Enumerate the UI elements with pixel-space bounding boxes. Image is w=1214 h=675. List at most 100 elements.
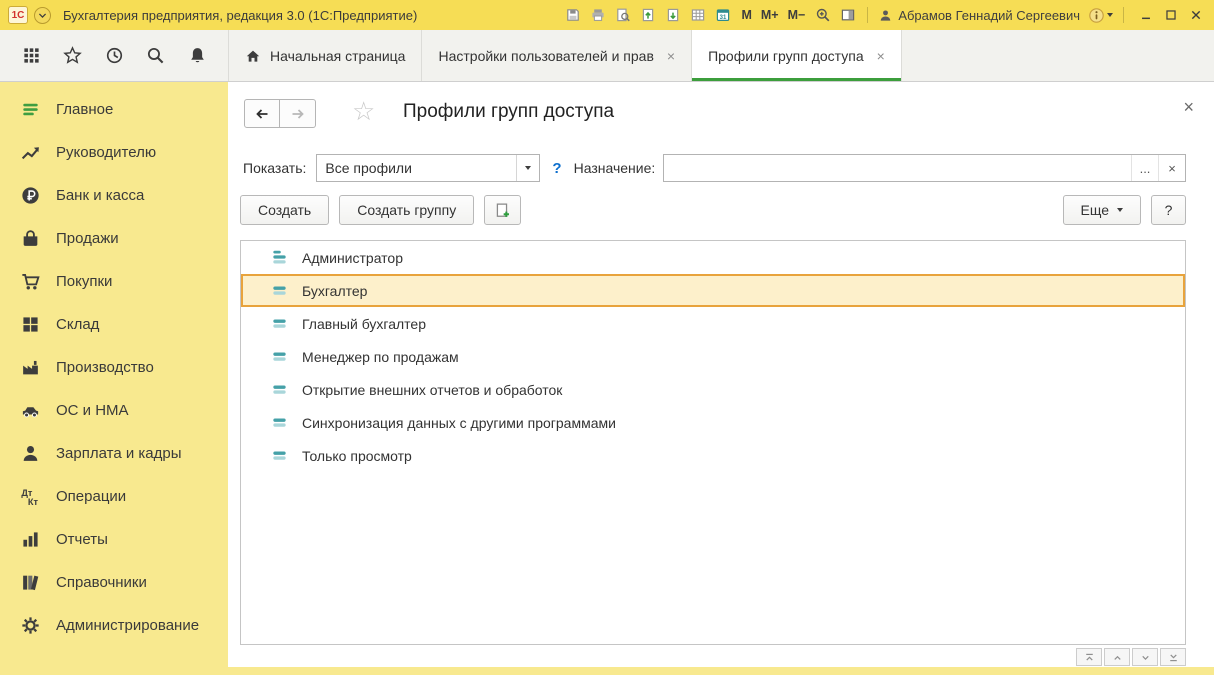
sidebar-item-main[interactable]: Главное [0,88,228,131]
tab-home[interactable]: Начальная страница × [228,30,422,81]
memory-m-button[interactable]: M [740,8,752,22]
search-icon [146,46,165,65]
tab-user-settings[interactable]: Настройки пользователей и прав × [422,30,692,81]
close-button[interactable] [1186,5,1206,25]
sidebar-item-label: Отчеты [56,531,108,548]
memory-m-minus-button[interactable]: M− [787,8,807,22]
main-menu-button[interactable] [34,7,51,24]
back-button[interactable] [244,99,280,128]
sidebar-item-payroll-hr[interactable]: Зарплата и кадры [0,432,228,475]
production-icon [20,357,41,378]
profiles-filter-value: Все профили [317,155,516,181]
profile-icon [271,381,288,398]
profile-row-external-reports[interactable]: Открытие внешних отчетов и обработок [241,373,1185,406]
show-table-button[interactable] [689,6,707,24]
divider [1123,7,1124,23]
divider [867,7,868,23]
split-window-button[interactable] [839,6,857,24]
favorite-star-icon[interactable]: ☆ [352,96,375,127]
favorites-button[interactable] [62,45,84,67]
sidebar-item-purchases[interactable]: Покупки [0,260,228,303]
maximize-button[interactable] [1161,5,1181,25]
calendar-button[interactable] [714,6,732,24]
profiles-filter-select[interactable]: Все профили [316,154,540,182]
minimize-button[interactable] [1136,5,1156,25]
sidebar-item-bank-cash[interactable]: Банк и касса [0,174,228,217]
close-icon [1189,8,1203,22]
sidebar-item-directories[interactable]: Справочники [0,561,228,604]
scroll-bottom-icon [1167,651,1180,664]
tab-access-group-profiles[interactable]: Профили групп доступа × [692,30,902,81]
profile-row-administrator[interactable]: Администратор [241,241,1185,274]
save-button[interactable] [564,6,582,24]
create-group-button[interactable]: Создать группу [339,195,474,225]
combo-dropdown-button[interactable] [516,155,539,181]
page-title: Профили групп доступа [403,101,614,123]
create-button[interactable]: Создать [240,195,329,225]
forward-button[interactable] [280,99,316,128]
help-button[interactable]: ? [1151,195,1186,225]
create-by-copy-button[interactable] [484,195,521,225]
calendar-icon [715,7,731,23]
sidebar-item-reports[interactable]: Отчеты [0,518,228,561]
form-close-icon[interactable]: × [1183,98,1194,116]
window-controls [1136,5,1206,25]
export-button[interactable] [664,6,682,24]
search-button[interactable] [145,45,167,67]
purpose-choose-button[interactable]: ... [1131,155,1158,181]
profile-icon [271,348,288,365]
list-toolbar: Создать Создать группу Еще ? [240,195,1186,225]
title-bar-right: M M+ M− Абрамов Геннадий Сергеевич [564,5,1206,25]
print-preview-button[interactable] [614,6,632,24]
current-user-button[interactable]: Абрамов Геннадий Сергеевич [878,8,1080,23]
scroll-down-button[interactable] [1132,648,1158,666]
sidebar-item-label: Руководителю [56,144,156,161]
tab-close-icon[interactable]: × [877,48,885,64]
list-row-label: Только просмотр [302,448,412,464]
more-button-label: Еще [1081,202,1110,218]
scroll-up-button[interactable] [1104,648,1130,666]
filter-help-link[interactable]: ? [552,160,561,177]
profile-row-data-sync[interactable]: Синхронизация данных с другими программа… [241,406,1185,439]
attach-file-button[interactable] [639,6,657,24]
tab-label: Профили групп доступа [708,48,864,64]
chevron-down-icon [37,10,48,21]
history-button[interactable] [103,45,125,67]
sidebar-item-label: ОС и НМА [56,402,129,419]
minimize-icon [1139,8,1153,22]
arrow-right-icon [290,106,306,122]
memory-m-plus-button[interactable]: M+ [760,8,780,22]
show-label: Показать: [243,160,306,176]
sidebar-item-label: Администрирование [56,617,199,634]
sidebar-item-sales[interactable]: Продажи [0,217,228,260]
purpose-clear-button[interactable]: × [1158,155,1185,181]
bottom-strip [228,667,1214,675]
more-button[interactable]: Еще [1063,195,1142,225]
app-window: ДтКт 31 [0,0,1214,675]
service-info-button[interactable] [1088,7,1113,24]
print-button[interactable] [589,6,607,24]
sidebar-item-fixed-assets[interactable]: ОС и НМА [0,389,228,432]
sidebar-item-production[interactable]: Производство [0,346,228,389]
apps-menu-button[interactable] [20,45,42,67]
profile-row-view-only[interactable]: Только просмотр [241,439,1185,472]
profile-icon [271,414,288,431]
scroll-top-icon [1083,651,1096,664]
ruble-icon [20,185,41,206]
sidebar-item-warehouse[interactable]: Склад [0,303,228,346]
sidebar-item-operations[interactable]: Операции [0,475,228,518]
panel-buttons [0,30,228,81]
zoom-plus-icon [815,7,831,23]
sidebar-item-manager[interactable]: Руководителю [0,131,228,174]
zoom-button[interactable] [814,6,832,24]
scroll-top-button[interactable] [1076,648,1102,666]
profile-row-accountant[interactable]: Бухгалтер [241,274,1185,307]
sidebar-item-administration[interactable]: Администрирование [0,604,228,647]
profile-row-chief-accountant[interactable]: Главный бухгалтер [241,307,1185,340]
notifications-button[interactable] [186,45,208,67]
history-nav [244,99,316,128]
scroll-bottom-button[interactable] [1160,648,1186,666]
purpose-input[interactable] [664,155,1131,181]
tab-close-icon[interactable]: × [667,48,675,64]
profile-row-sales-manager[interactable]: Менеджер по продажам [241,340,1185,373]
